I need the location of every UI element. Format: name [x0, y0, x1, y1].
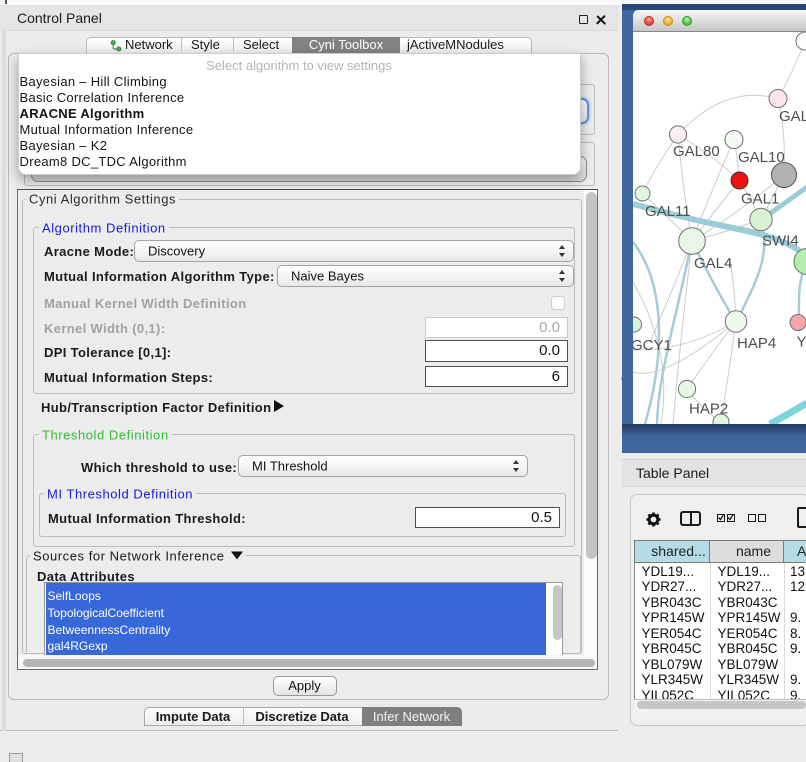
svg-text:HAP4: HAP4: [737, 335, 776, 352]
svg-text:GAL10: GAL10: [738, 149, 785, 166]
svg-text:HAP2: HAP2: [689, 400, 728, 417]
svg-text:GAL11: GAL11: [645, 203, 691, 220]
svg-text:GAL4: GAL4: [694, 255, 732, 272]
svg-text:SWI4: SWI4: [762, 232, 799, 249]
svg-text:GAL7: GAL7: [779, 108, 806, 125]
svg-text:GCY1: GCY1: [633, 337, 672, 354]
svg-text:GAL1: GAL1: [741, 190, 779, 207]
svg-text:YJ: YJ: [797, 333, 806, 350]
svg-text:GAL80: GAL80: [673, 143, 720, 160]
